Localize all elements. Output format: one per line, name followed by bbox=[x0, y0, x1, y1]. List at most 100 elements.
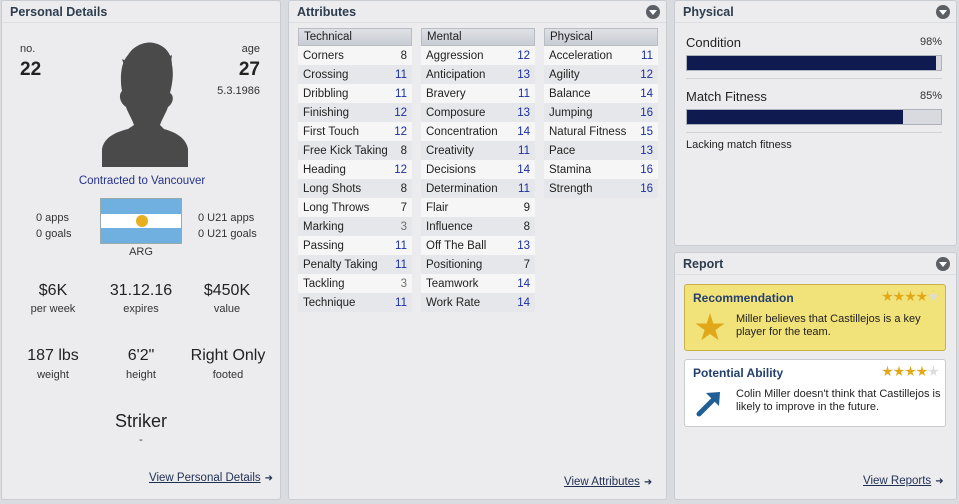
attribute-value: 16 bbox=[640, 106, 653, 119]
attribute-row: Teamwork 14 bbox=[421, 274, 535, 293]
attribute-name: Flair bbox=[426, 201, 449, 214]
attribute-value: 12 bbox=[640, 68, 653, 81]
view-personal-details-link[interactable]: View Personal Details ➜ bbox=[149, 472, 273, 484]
view-reports-link[interactable]: View Reports ➜ bbox=[863, 475, 944, 487]
physical-title: Physical bbox=[683, 5, 734, 19]
attribute-row: First Touch 12 bbox=[298, 122, 412, 141]
attribute-value: 13 bbox=[517, 106, 530, 119]
attribute-name: Tackling bbox=[303, 277, 345, 290]
physical-attributes-column: Physical Acceleration 11 Agility 12 Balance 1… bbox=[544, 28, 658, 198]
attribute-row: Penalty Taking 11 bbox=[298, 255, 412, 274]
attribute-row: Long Throws 7 bbox=[298, 198, 412, 217]
star-icon bbox=[905, 366, 916, 377]
attribute-row: Positioning 7 bbox=[421, 255, 535, 274]
contract-expires-label: expires bbox=[123, 303, 159, 315]
wage-value: $6K bbox=[38, 282, 68, 299]
technical-header: Technical bbox=[298, 28, 412, 46]
attribute-name: Agility bbox=[549, 68, 580, 81]
collapse-attributes-icon[interactable] bbox=[646, 5, 660, 19]
condition-percent: 98% bbox=[919, 36, 942, 48]
attribute-value: 16 bbox=[640, 182, 653, 195]
physical-attribute-list: Acceleration 11 Agility 12 Balance 14 Jumping 1… bbox=[544, 46, 658, 198]
attribute-value: 11 bbox=[641, 49, 653, 62]
collapse-report-icon[interactable] bbox=[936, 257, 950, 271]
star-icon bbox=[893, 291, 905, 302]
technical-attribute-list: Corners 8 Crossing 11 Dribbling 11 Finishing 12… bbox=[298, 46, 412, 312]
star-icon bbox=[928, 291, 939, 302]
u21-goals-count: 0 U21 goals bbox=[198, 228, 257, 240]
nation-code: ARG bbox=[129, 246, 153, 258]
technical-attributes-column: Technical Corners 8 Crossing 11 Dribbling 11 F… bbox=[298, 28, 412, 312]
recommendation-text: Miller believes that Castillejos is a ke… bbox=[736, 313, 921, 338]
attribute-value: 7 bbox=[523, 258, 530, 271]
match-fitness-bar-fill bbox=[687, 110, 903, 124]
squad-number-value: 22 bbox=[20, 59, 42, 80]
attribute-value: 9 bbox=[523, 201, 530, 214]
apps-count: 0 apps bbox=[36, 212, 70, 224]
attribute-value: 8 bbox=[400, 182, 407, 195]
attribute-name: Stamina bbox=[549, 163, 592, 176]
condition-bar bbox=[686, 55, 942, 71]
attribute-value: 11 bbox=[395, 68, 407, 81]
recommendation-card[interactable]: Recommendation Miller believes that Cast… bbox=[684, 284, 946, 351]
potential-ability-star-rating bbox=[882, 366, 940, 377]
attribute-value: 14 bbox=[517, 296, 530, 309]
attribute-row: Bravery 11 bbox=[421, 84, 535, 103]
attribute-value: 16 bbox=[640, 163, 653, 176]
potential-ability-card[interactable]: Potential Ability Colin Miller doesn't t… bbox=[684, 359, 946, 427]
star-icon bbox=[916, 291, 928, 302]
attribute-name: Long Throws bbox=[303, 201, 370, 214]
height-value: 6'2" bbox=[127, 347, 155, 364]
attribute-name: Natural Fitness bbox=[549, 125, 627, 138]
attribute-row: Natural Fitness 15 bbox=[544, 122, 658, 141]
attribute-row: Pace 13 bbox=[544, 141, 658, 160]
attribute-name: Bravery bbox=[426, 87, 466, 100]
avatar-silhouette-icon bbox=[102, 42, 188, 167]
attribute-value: 12 bbox=[394, 125, 407, 138]
market-value: $450K bbox=[203, 282, 251, 299]
condition-label: Condition bbox=[686, 35, 741, 50]
attribute-row: Acceleration 11 bbox=[544, 46, 658, 65]
u21-apps-count: 0 U21 apps bbox=[198, 212, 255, 224]
player-avatar bbox=[102, 41, 188, 167]
star-icon bbox=[882, 291, 893, 302]
attribute-row: Influence 8 bbox=[421, 217, 535, 236]
attribute-value: 13 bbox=[517, 68, 530, 81]
arrow-right-icon: ➜ bbox=[643, 477, 653, 488]
attribute-name: Decisions bbox=[426, 163, 476, 176]
condition-bar-fill bbox=[687, 56, 936, 70]
market-value-label: value bbox=[213, 303, 241, 315]
attribute-name: Free Kick Taking bbox=[303, 144, 388, 157]
trend-up-arrow-icon bbox=[695, 386, 725, 418]
attribute-row: Decisions 14 bbox=[421, 160, 535, 179]
attribute-name: Acceleration bbox=[549, 49, 613, 62]
player-position: Striker bbox=[114, 411, 167, 431]
attribute-row: Strength 16 bbox=[544, 179, 658, 198]
attribute-row: Crossing 11 bbox=[298, 65, 412, 84]
attribute-row: Anticipation 13 bbox=[421, 65, 535, 84]
attribute-row: Passing 11 bbox=[298, 236, 412, 255]
attribute-value: 3 bbox=[400, 220, 407, 233]
attribute-row: Heading 12 bbox=[298, 160, 412, 179]
star-icon bbox=[882, 366, 893, 377]
attribute-name: Work Rate bbox=[426, 296, 481, 309]
attribute-row: Composure 13 bbox=[421, 103, 535, 122]
attribute-name: Passing bbox=[303, 239, 344, 252]
match-fitness-percent: 85% bbox=[919, 90, 942, 102]
attribute-value: 8 bbox=[523, 220, 530, 233]
personal-details-title: Personal Details bbox=[10, 5, 108, 19]
attribute-row: Finishing 12 bbox=[298, 103, 412, 122]
goals-count: 0 goals bbox=[36, 228, 72, 240]
attribute-name: First Touch bbox=[303, 125, 360, 138]
attribute-name: Off The Ball bbox=[426, 239, 487, 252]
collapse-physical-icon[interactable] bbox=[936, 5, 950, 19]
attribute-value: 12 bbox=[394, 106, 407, 119]
player-position-sub: - bbox=[139, 434, 143, 446]
attribute-name: Teamwork bbox=[426, 277, 479, 290]
view-attributes-link[interactable]: View Attributes ➜ bbox=[564, 476, 652, 488]
attribute-name: Dribbling bbox=[303, 87, 349, 100]
attribute-value: 14 bbox=[640, 87, 653, 100]
attribute-name: Penalty Taking bbox=[303, 258, 378, 271]
attribute-name: Concentration bbox=[426, 125, 498, 138]
weight-label: weight bbox=[37, 369, 69, 381]
